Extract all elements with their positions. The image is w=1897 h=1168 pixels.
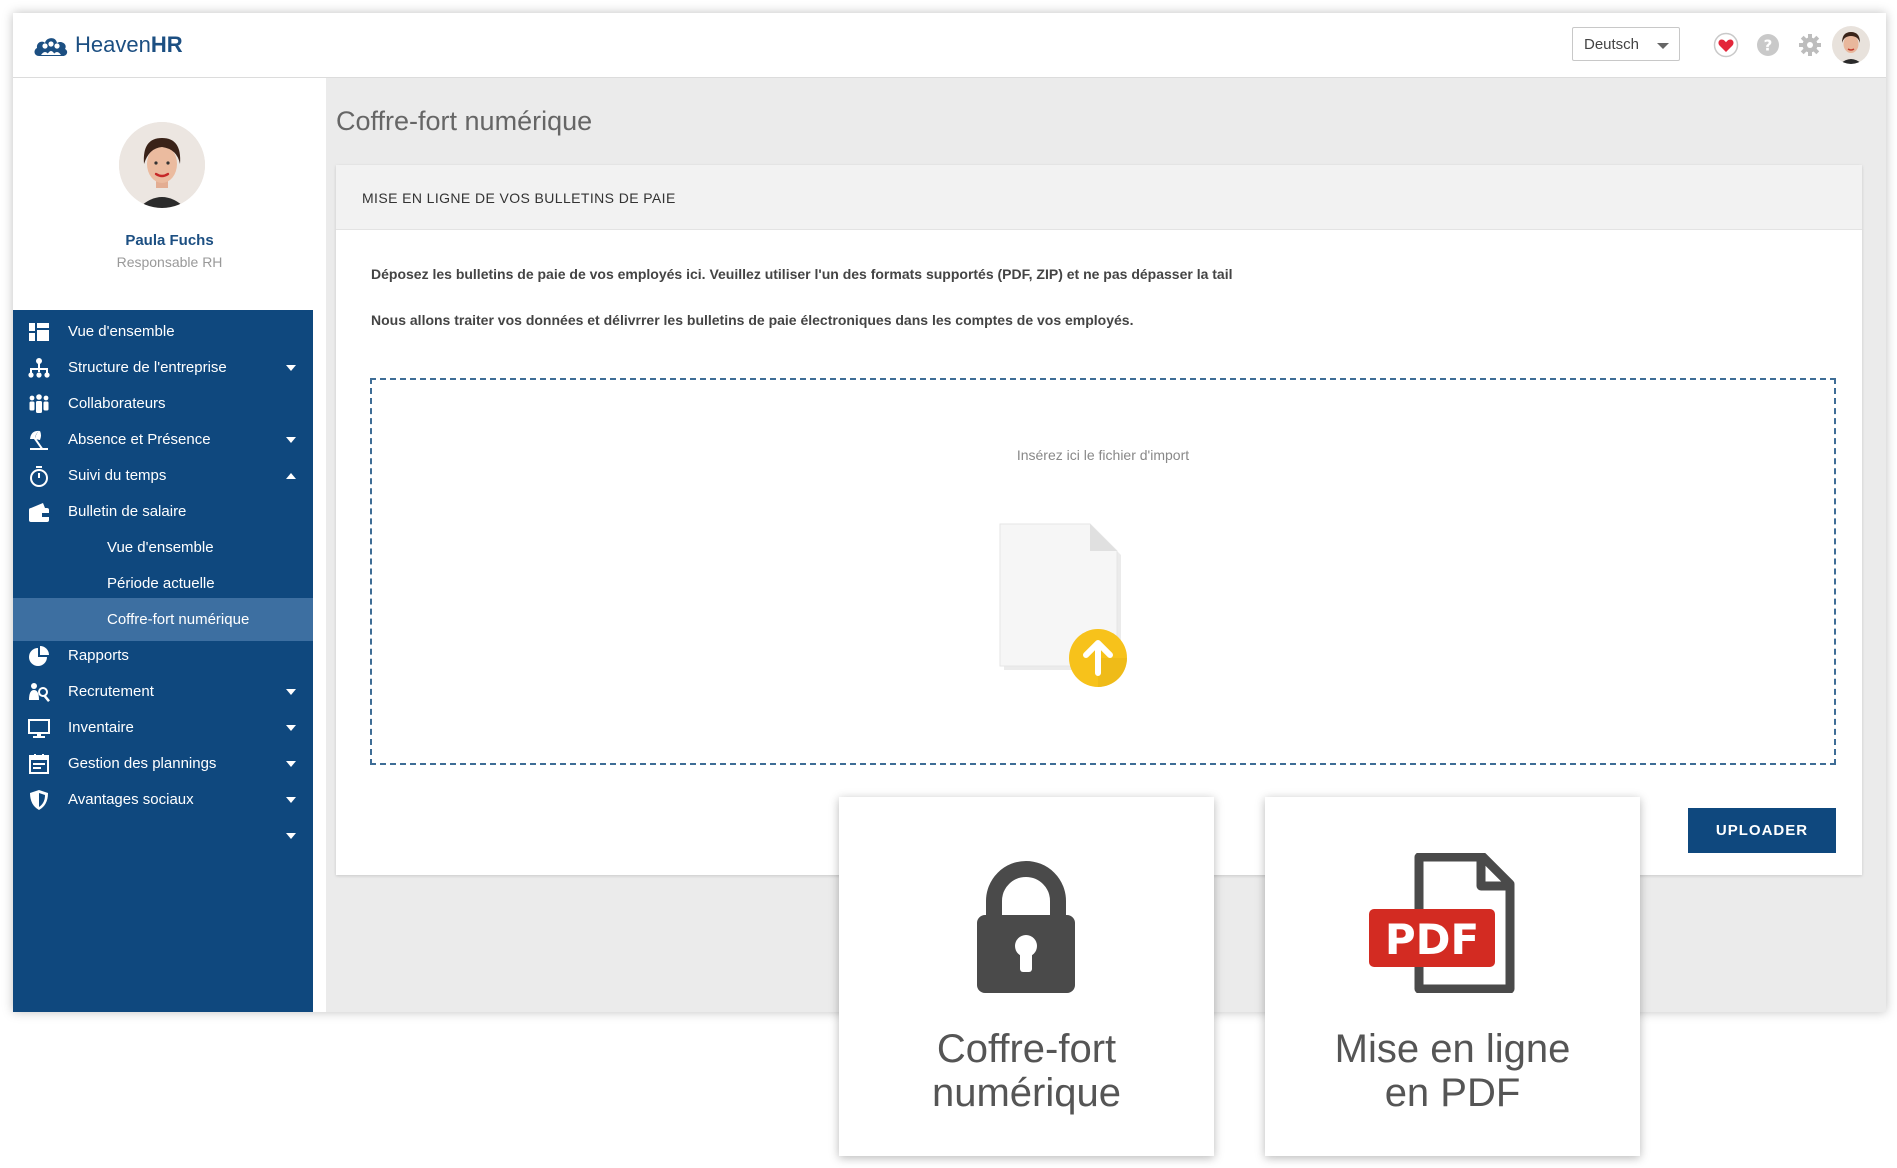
sidebar-item-label: Structure de l'entreprise <box>68 359 227 376</box>
feature-card-title-line2: en PDF <box>1384 1071 1521 1115</box>
dashboard-icon <box>29 323 49 341</box>
heavenhr-logo[interactable]: HeavenHR <box>33 29 183 61</box>
sidebar-item-label: Vue d'ensemble <box>107 539 214 556</box>
file-dropzone[interactable]: Insérez ici le fichier d'import <box>370 378 1836 765</box>
profile-avatar[interactable] <box>119 122 205 208</box>
file-upload-icon[interactable] <box>984 510 1144 700</box>
sidebar-item-label: Période actuelle <box>107 575 215 592</box>
help-icon[interactable]: ? <box>1755 32 1781 58</box>
upload-button[interactable]: UPLOADER <box>1688 808 1836 853</box>
language-select[interactable]: Deutsch <box>1572 27 1680 61</box>
sidebar-item-label: Inventaire <box>68 719 134 736</box>
profile-name[interactable]: Paula Fuchs <box>13 232 326 249</box>
pdf-file-icon: PDF <box>1369 853 1515 993</box>
wallet-icon <box>29 503 49 522</box>
shield-icon <box>30 790 48 810</box>
sidebar-item-label: Absence et Présence <box>68 431 211 448</box>
sidebar-item-label: Recrutement <box>68 683 154 700</box>
profile-role: Responsable RH <box>116 254 223 270</box>
upload-panel: MISE EN LIGNE DE VOS BULLETINS DE PAIE D… <box>336 165 1862 875</box>
user-avatar-image <box>1832 26 1870 64</box>
top-bar: HeavenHR Deutsch ? <box>13 13 1886 78</box>
feature-card-digital-safe: Coffre-fort numérique <box>839 797 1214 1156</box>
gear-icon[interactable] <box>1797 32 1823 58</box>
feature-card-title-line2: numérique <box>931 1071 1121 1115</box>
sidebar-item-label: Rapports <box>68 647 129 664</box>
panel-title: MISE EN LIGNE DE VOS BULLETINS DE PAIE <box>362 190 676 206</box>
people-icon <box>29 394 49 413</box>
profile-card: Paula Fuchs Responsable RH <box>13 78 326 310</box>
chevron-down-icon[interactable] <box>286 725 296 731</box>
language-value: Deutsch <box>1584 36 1640 53</box>
chevron-down-icon[interactable] <box>286 833 296 839</box>
chevron-up-icon[interactable] <box>286 473 296 479</box>
chevron-down-icon[interactable] <box>286 365 296 371</box>
org-chart-icon <box>28 358 50 378</box>
logo-prefix: Heaven <box>75 32 151 57</box>
feature-card-title-line1: Coffre-fort <box>936 1027 1117 1071</box>
stopwatch-icon <box>30 466 48 487</box>
pie-chart-icon <box>29 646 49 666</box>
feature-card-pdf-upload: PDF Mise en ligne en PDF <box>1265 797 1640 1156</box>
calendar-icon <box>29 754 49 774</box>
sidebar-item-label: Collaborateurs <box>68 395 166 412</box>
sidebar-item-more[interactable] <box>13 814 313 857</box>
chevron-down-icon[interactable] <box>286 761 296 767</box>
sidebar-item-label: Suivi du temps <box>68 467 167 484</box>
sidebar-item-label: Vue d'ensemble <box>68 323 175 340</box>
dropzone-label: Insérez ici le fichier d'import <box>1016 447 1190 463</box>
logo-text: HeavenHR <box>75 32 183 58</box>
sidebar: Paula Fuchs Responsable RH Vue d'ensembl… <box>13 78 326 1012</box>
chevron-down-icon[interactable] <box>286 437 296 443</box>
recruitment-icon <box>29 683 50 702</box>
monitor-icon <box>28 719 50 738</box>
page-title: Coffre-fort numérique <box>336 106 593 136</box>
instructions-text: Déposez les bulletins de paie de vos emp… <box>371 266 1233 282</box>
pdf-badge-text: PDF <box>1385 915 1479 964</box>
chevron-down-icon[interactable] <box>286 797 296 803</box>
profile-photo <box>119 122 205 208</box>
processing-text: Nous allons traiter vos données et déliv… <box>371 312 1134 328</box>
chevron-down-icon <box>1657 43 1669 49</box>
logo-suffix: HR <box>150 32 183 57</box>
lock-icon <box>977 861 1075 993</box>
feature-card-title: Mise en ligne en PDF <box>1265 1027 1640 1115</box>
sidebar-nav: Vue d'ensemble Structure de l'entreprise… <box>13 310 313 1012</box>
sidebar-item-label: Avantages sociaux <box>68 791 194 808</box>
svg-text:?: ? <box>1764 37 1773 55</box>
chevron-down-icon[interactable] <box>286 689 296 695</box>
feature-card-title-line1: Mise en ligne <box>1334 1027 1571 1071</box>
feature-card-title: Coffre-fort numérique <box>839 1027 1214 1115</box>
sidebar-item-label: Coffre-fort numérique <box>107 611 250 628</box>
heart-icon[interactable] <box>1713 32 1739 58</box>
panel-header: MISE EN LIGNE DE VOS BULLETINS DE PAIE <box>336 165 1862 230</box>
user-avatar[interactable] <box>1832 26 1870 64</box>
beach-umbrella-icon <box>30 430 48 450</box>
sidebar-item-label: Bulletin de salaire <box>68 503 187 520</box>
cloud-people-icon <box>34 38 68 56</box>
sidebar-item-label: Gestion des plannings <box>68 755 217 772</box>
